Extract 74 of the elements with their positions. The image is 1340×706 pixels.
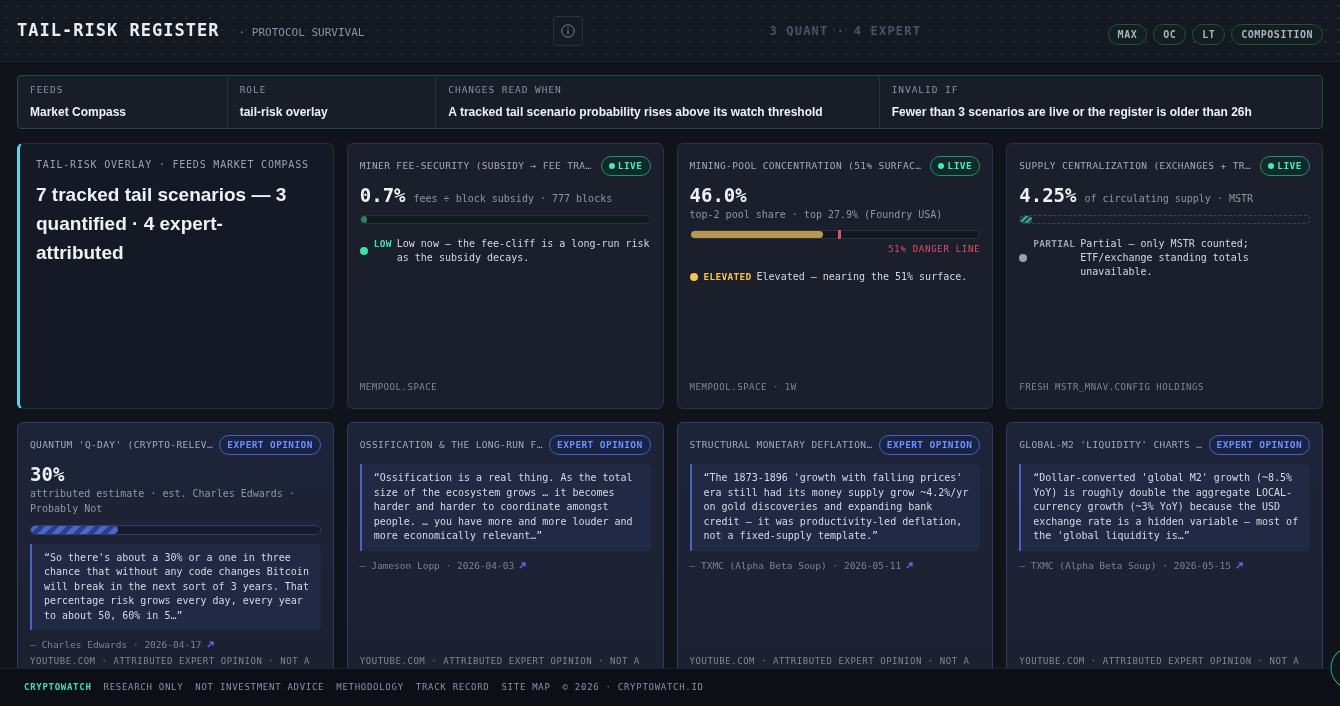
- metric-caption: attributed estimate · est. Charles Edwards · Probably Not: [30, 487, 296, 516]
- card-title: QUANTUM 'Q-DAY' (CRYPTO-RELEV…: [30, 437, 213, 452]
- info-value: tail-risk overlay: [239, 103, 329, 121]
- metric-value: 30%: [30, 462, 65, 486]
- arrow-up-right-icon[interactable]: [1235, 561, 1243, 569]
- quote-attribution: — Charles Edwards · 2026-04-17: [30, 638, 202, 651]
- info-label: INVALID IF: [891, 83, 960, 98]
- info-label: CHANGES READ WHEN: [448, 83, 563, 98]
- page-title: TAIL-RISK REGISTER: [17, 18, 220, 42]
- info-value: Fewer than 3 scenarios are live or the register is older than 26h: [891, 103, 1253, 121]
- source-note: MEMPOOL.SPACE · 1W: [689, 381, 798, 393]
- expert-quote: “So there's about a 30% or a one in three chance that without any code changes Bitcoin will break in the next sort of 3 years. That percentage risk grows every day, every year to about 50, 60% in 5…”: [30, 543, 321, 630]
- metric-value: 4.25%: [1019, 183, 1077, 207]
- status-text: Partial — only MSTR counted; ETF/exchange standing totals unavailable.: [1080, 237, 1250, 279]
- footer-copyright: © 2026 · CRYPTOWATCH.ID: [562, 680, 704, 694]
- metric-value: 0.7%: [359, 183, 406, 207]
- status-label: PARTIAL: [1033, 237, 1076, 251]
- card-title: GLOBAL-M2 'LIQUIDITY' CHARTS …: [1019, 437, 1203, 452]
- metric-caption: top-2 pool share · top 27.9% (Foundry USA): [689, 208, 943, 222]
- metric-caption: fees ÷ block subsidy · 777 blocks: [413, 192, 613, 206]
- quote-attribution: — TXMC (Alpha Beta Soup) · 2026-05-11: [689, 558, 902, 572]
- info-value: Market Compass: [30, 103, 128, 121]
- expert-badge: EXPERT OPINION: [1208, 435, 1310, 455]
- footer-link[interactable]: TRACK RECORD: [415, 680, 490, 695]
- metric-caption: of circulating supply · MSTR: [1084, 192, 1254, 206]
- expert-badge: EXPERT OPINION: [878, 435, 981, 455]
- danger-line-label: 51% DANGER LINE: [888, 243, 981, 256]
- card-title: OSSIFICATION & THE LONG-RUN F…: [359, 437, 543, 452]
- nav-link[interactable]: MAX: [1107, 23, 1148, 45]
- arrow-up-right-icon[interactable]: [519, 561, 527, 569]
- status-text: Low now — the fee-cliff is a long-run risk as the subsidy decays.: [396, 237, 651, 265]
- live-text: LIVE: [947, 158, 973, 173]
- quote-attribution: — TXMC (Alpha Beta Soup) · 2026-05-15: [1019, 558, 1231, 572]
- arrow-up-right-icon[interactable]: [206, 641, 214, 648]
- info-label: ROLE: [239, 83, 268, 98]
- expert-quote: “Ossification is a real thing. As the total size of the ecosystem grows … it becomes harder and harder to coordinate amongst people. … you have more and more louder and more economically relevant…”: [359, 464, 651, 551]
- expert-quote: “Dollar-converted 'global M2' growth (~8.5% YoY) is roughly double the aggregate LOCAL-currency growth (~3% YoY) because the USD exchange rate is a hidden variable — most of the 'global liquidity is…”: [1019, 464, 1310, 551]
- expert-badge: EXPERT OPINION: [219, 435, 321, 455]
- footer-link[interactable]: SITE MAP: [501, 680, 551, 695]
- footer-link[interactable]: METHODOLOGY: [336, 680, 404, 695]
- overview-eyebrow: TAIL-RISK OVERLAY · FEEDS MARKET COMPASS: [36, 158, 310, 172]
- info-value: A tracked tail scenario probability rises above its watch threshold: [448, 103, 824, 121]
- live-text: LIVE: [617, 158, 643, 173]
- arrow-up-right-icon[interactable]: [906, 561, 914, 569]
- footer-brand: CRYPTOWATCH: [24, 680, 92, 694]
- info-label: FEEDS: [30, 83, 65, 98]
- source-note: YOUTUBE.COM · ATTRIBUTED EXPERT OPINION · NOT A: [30, 655, 312, 667]
- nav-link[interactable]: OC: [1153, 23, 1187, 45]
- nav-link[interactable]: COMPOSITION: [1231, 23, 1323, 45]
- card-title: MINING-POOL CONCENTRATION (51% SURFAC…: [689, 158, 922, 173]
- quote-attribution: — Jameson Lopp · 2026-04-03: [359, 558, 515, 572]
- footer-note: NOT INVESTMENT ADVICE: [195, 680, 325, 694]
- metric-value: 46.0%: [689, 183, 747, 207]
- scenario-count: 3 QUANT · 4 EXPERT: [769, 22, 922, 40]
- info-button[interactable]: [553, 15, 583, 46]
- footer-note: RESEARCH ONLY: [103, 680, 184, 694]
- status-label: LOW: [373, 237, 392, 251]
- source-note: MEMPOOL.SPACE: [359, 381, 439, 393]
- info-icon: [561, 23, 575, 38]
- source-note: YOUTUBE.COM · ATTRIBUTED EXPERT OPINION · NOT A: [689, 655, 971, 667]
- expert-badge: EXPERT OPINION: [549, 435, 651, 455]
- status-text: Elevated — nearing the 51% surface.: [756, 269, 968, 284]
- page-subtitle: · PROTOCOL SURVIVAL: [238, 24, 365, 41]
- source-note: YOUTUBE.COM · ATTRIBUTED EXPERT OPINION · NOT A: [1019, 655, 1301, 667]
- source-note: FRESH MSTR_MNAV.CONFIG HOLDINGS: [1019, 381, 1205, 393]
- live-text: LIVE: [1277, 158, 1302, 173]
- source-note: YOUTUBE.COM · ATTRIBUTED EXPERT OPINION · NOT A: [359, 655, 641, 667]
- expert-quote: “The 1873-1896 'growth with falling prices' era still had its money supply grow ~4.2%/yr on gold discoveries and expanding bank credit — it was productivity-led deflation, not a fixed-supply template.”: [689, 464, 981, 551]
- overview-headline: 7 tracked tail scenarios — 3 quantified · 4 expert-attributed: [36, 183, 288, 265]
- status-label: ELEVATED: [703, 269, 752, 284]
- nav-link[interactable]: LT: [1192, 23, 1226, 45]
- card-title: STRUCTURAL MONETARY DEFLATION…: [689, 437, 873, 452]
- card-title: MINER FEE-SECURITY (SUBSIDY → FEE TRA…: [359, 158, 592, 173]
- card-title: SUPPLY CENTRALIZATION (EXCHANGES + TR…: [1019, 158, 1252, 173]
